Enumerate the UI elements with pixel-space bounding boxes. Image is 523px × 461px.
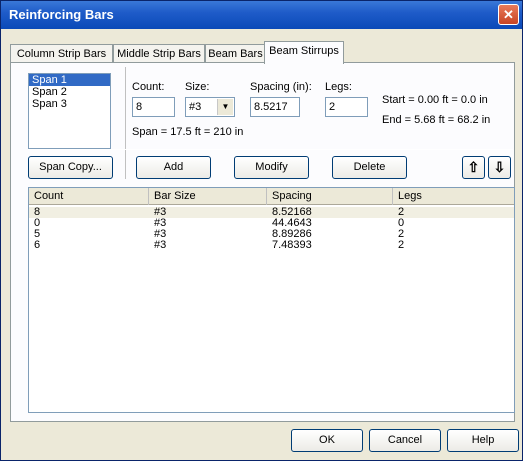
end-text: End = 5.68 ft = 68.2 in <box>382 114 491 126</box>
arrow-down-icon: ⇩ <box>493 159 506 175</box>
tab-beam-bars[interactable]: Beam Bars <box>205 44 266 63</box>
horizontal-divider <box>28 149 513 150</box>
start-text: Start = 0.00 ft = 0.0 in <box>382 94 488 106</box>
move-down-button[interactable]: ⇩ <box>488 156 511 179</box>
table-header: Count Bar Size Spacing Legs <box>29 188 514 205</box>
cell-spacing: 7.48393 <box>272 239 312 251</box>
title-bar: Reinforcing Bars ✕ <box>1 1 522 29</box>
span-item-3[interactable]: Span 3 <box>29 98 110 110</box>
ok-button[interactable]: OK <box>291 429 363 452</box>
size-label: Size: <box>185 81 210 93</box>
span-copy-button[interactable]: Span Copy... <box>28 156 113 179</box>
table-row[interactable]: 6 #3 7.48393 2 <box>29 240 514 251</box>
count-label: Count: <box>132 81 165 93</box>
span-list[interactable]: Span 1 Span 2 Span 3 <box>28 73 111 149</box>
size-value: #3 <box>189 101 202 113</box>
tab-column-strip-bars[interactable]: Column Strip Bars <box>10 44 113 63</box>
span-item-2[interactable]: Span 2 <box>29 86 110 98</box>
column-header-legs[interactable]: Legs <box>393 188 514 205</box>
add-button[interactable]: Add <box>136 156 211 179</box>
close-button[interactable]: ✕ <box>498 4 519 25</box>
size-select[interactable]: #3 ▼ <box>185 97 235 117</box>
column-header-spacing[interactable]: Spacing <box>267 188 393 205</box>
legs-field[interactable]: 2 <box>325 97 368 117</box>
count-field[interactable]: 8 <box>132 97 175 117</box>
reinforcing-bars-dialog: Reinforcing Bars ✕ Column Strip Bars Mid… <box>0 0 523 461</box>
tab-middle-strip-bars[interactable]: Middle Strip Bars <box>113 44 205 63</box>
cell-legs: 2 <box>398 239 405 251</box>
vertical-divider <box>125 67 126 179</box>
span-item-1[interactable]: Span 1 <box>29 74 110 86</box>
move-up-button[interactable]: ⇧ <box>462 156 485 179</box>
legs-label: Legs: <box>325 81 352 93</box>
tab-beam-stirrups[interactable]: Beam Stirrups <box>264 41 344 64</box>
help-button[interactable]: Help <box>447 429 519 452</box>
stirrups-table[interactable]: Count Bar Size Spacing Legs 8 #3 8.52168… <box>28 187 515 413</box>
arrow-up-icon: ⇧ <box>467 159 480 175</box>
spacing-label: Spacing (in): <box>250 81 312 93</box>
spacing-field[interactable]: 8.5217 <box>250 97 300 117</box>
window-title: Reinforcing Bars <box>9 7 114 22</box>
delete-button[interactable]: Delete <box>332 156 407 179</box>
cell-bar-size: #3 <box>154 239 167 251</box>
cell-count: 6 <box>34 239 41 251</box>
cancel-button[interactable]: Cancel <box>369 429 441 452</box>
span-length-text: Span = 17.5 ft = 210 in <box>132 126 244 138</box>
column-header-count[interactable]: Count <box>29 188 149 205</box>
modify-button[interactable]: Modify <box>234 156 309 179</box>
column-header-bar-size[interactable]: Bar Size <box>149 188 267 205</box>
chevron-down-icon[interactable]: ▼ <box>217 99 233 115</box>
